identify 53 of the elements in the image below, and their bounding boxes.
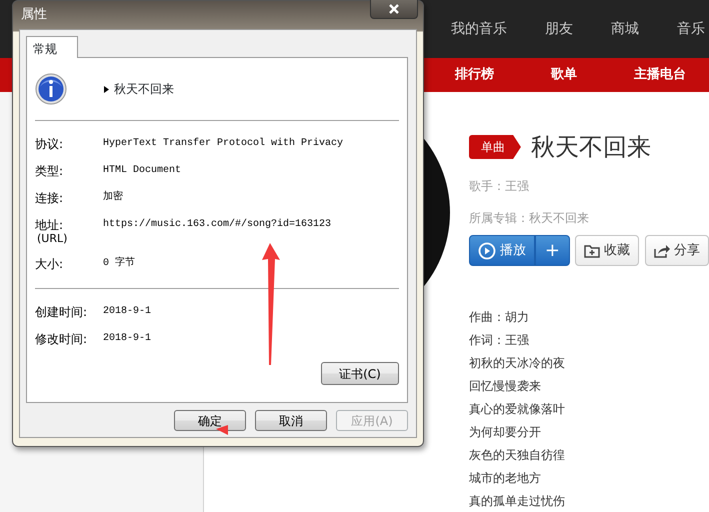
nav-link[interactable]: 音乐 (677, 18, 705, 40)
nav-link[interactable]: 我的音乐 (451, 18, 507, 40)
subnav-link[interactable]: 歌单 (551, 65, 577, 85)
lyric-line: 初秋的天冰冷的夜 (468, 355, 566, 372)
collect-button[interactable]: 收藏 (575, 235, 639, 266)
subnav-link[interactable]: 排行榜 (455, 65, 494, 85)
lyric-line: 真的孤单走过忧伤 (468, 493, 566, 510)
close-button[interactable] (370, 0, 418, 19)
field-value: 0 字节 (103, 257, 136, 271)
share-icon (654, 244, 670, 258)
lyric-line: 为何却要分开 (468, 424, 542, 441)
pointer-annotation (216, 425, 228, 435)
file-name: 秋天不回来 (114, 81, 174, 98)
lyric-line: 回忆慢慢袭来 (468, 378, 542, 395)
info-icon (35, 73, 67, 105)
nav-link[interactable]: 商城 (611, 18, 639, 40)
lyric-line: 真心的爱就像落叶 (468, 401, 566, 418)
folder-plus-icon (584, 244, 600, 258)
add-button[interactable]: + (534, 235, 570, 266)
play-icon (478, 242, 496, 260)
dialog-button[interactable]: 确定 (174, 410, 246, 431)
nav-link[interactable]: 朋友 (545, 18, 573, 40)
share-button[interactable]: 分享 (645, 235, 709, 266)
subnav-link[interactable]: 主播电台 (634, 65, 686, 85)
field-label: 创建时间: (35, 305, 88, 319)
certificate-button[interactable]: 证书(C) (321, 362, 399, 385)
info-label: 歌手： (468, 178, 505, 195)
field-label: 修改时间: (35, 332, 88, 346)
window-title: 属性 (21, 6, 47, 24)
field-value: 2018-9-1 (103, 305, 152, 319)
field-value: HTML Document (103, 164, 182, 178)
song-tag: 单曲 (468, 135, 521, 159)
lyric-line: 灰色的天独自彷徨 (468, 447, 566, 464)
dialog-button[interactable]: 取消 (255, 410, 327, 431)
field-value: 2018-9-1 (103, 332, 152, 346)
field-value: 加密 (103, 191, 123, 205)
play-button[interactable]: 播放 (468, 235, 535, 266)
triangle-icon (104, 86, 109, 92)
info-label: 所属专辑： (468, 210, 529, 227)
lyric-line: 城市的老地方 (468, 470, 542, 487)
field-value: HyperText Transfer Protocol with Privacy (103, 137, 344, 151)
field-label: 连接: (35, 191, 64, 205)
field-label: 大小: (35, 257, 64, 271)
lyric-line: 作词：王强 (468, 332, 530, 349)
field-sublabel: (URL) (36, 232, 68, 246)
field-label: 协议: (35, 137, 64, 151)
close-icon (388, 4, 400, 14)
tab[interactable]: 常规 (26, 36, 78, 58)
field-label: 类型: (35, 164, 64, 178)
lyric-line: 作曲：胡力 (468, 309, 530, 326)
field-label: 地址: (35, 218, 64, 232)
song-title: 秋天不回来 (530, 132, 651, 163)
field-value: https://music.163.com/#/song?id=163123 (103, 218, 332, 232)
